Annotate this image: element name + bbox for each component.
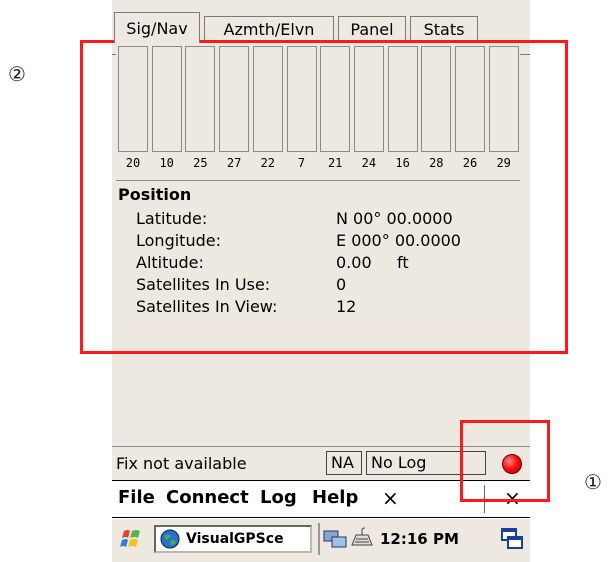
task-button-label: VisualGPSce — [186, 531, 284, 547]
longitude-row: Longitude: E 000° 00.0000 — [136, 231, 516, 253]
log-status-box: No Log — [366, 451, 486, 475]
na-indicator: NA — [326, 451, 362, 475]
signal-bar-frame — [320, 46, 351, 152]
satellite-bar: 24 — [353, 46, 384, 182]
satellite-bar: 20 — [118, 46, 148, 182]
close-icon[interactable]: × — [504, 486, 521, 510]
satellites-in-use-label: Satellites In Use: — [136, 275, 271, 294]
longitude-value: E 000° 00.0000 — [336, 231, 461, 250]
satellite-bar: 25 — [185, 46, 216, 182]
satellite-bar: 27 — [219, 46, 250, 182]
system-tray: 12:16 PM — [320, 523, 486, 555]
tab-sig-nav[interactable]: Sig/Nav — [114, 12, 200, 43]
fix-status-text: Fix not available — [116, 454, 247, 473]
network-icon[interactable] — [322, 527, 348, 551]
altitude-value: 0.00 ft — [336, 253, 409, 272]
satellite-bar: 10 — [151, 46, 182, 182]
annotation-marker-1: ① — [584, 470, 602, 494]
satellite-prn-label: 20 — [125, 156, 141, 170]
signal-bar-frame — [488, 46, 519, 152]
signal-bar-frame — [286, 46, 317, 152]
satellite-prn-label: 29 — [496, 156, 511, 170]
satellite-bar: 22 — [252, 46, 283, 182]
annotation-marker-2: ② — [8, 62, 26, 86]
satellite-prn-label: 28 — [429, 156, 444, 170]
start-button[interactable] — [116, 525, 148, 553]
altitude-label: Altitude: — [136, 253, 204, 272]
latitude-label: Latitude: — [136, 209, 208, 228]
clock[interactable]: 12:16 PM — [380, 530, 459, 548]
signal-bar-frame — [252, 46, 283, 152]
menu-log[interactable]: Log — [260, 487, 297, 508]
satellite-prn-label: 21 — [327, 156, 343, 170]
taskbar: VisualGPSce 12:16 PM — [112, 518, 530, 559]
signal-bar-frame — [185, 46, 216, 152]
menu-separator — [484, 485, 485, 513]
satellites-in-use-value: 0 — [336, 275, 347, 294]
tab-strip: Sig/Nav Azmth/Elvn Panel Stats — [112, 12, 530, 55]
menu-x-button[interactable]: × — [382, 486, 399, 510]
satellite-bar: 29 — [488, 46, 519, 182]
menu-file[interactable]: File — [118, 487, 155, 508]
satellite-bar: 28 — [421, 46, 452, 182]
gps-status-led[interactable] — [498, 451, 526, 477]
signal-bar-frame — [421, 46, 452, 152]
satellite-bar: 21 — [320, 46, 351, 182]
status-bar: Fix not available NA No Log — [112, 446, 530, 481]
menu-help[interactable]: Help — [312, 487, 358, 508]
satellite-prn-label: 22 — [260, 156, 276, 170]
satellites-in-view-label: Satellites In View: — [136, 297, 278, 316]
position-title: Position — [118, 185, 192, 204]
satellite-prn-label: 26 — [462, 156, 478, 170]
satellites-in-view-row: Satellites In View: 12 — [136, 297, 516, 319]
menu-connect[interactable]: Connect — [166, 487, 249, 508]
satellite-prn-label: 25 — [193, 156, 208, 170]
satellites-in-view-value: 12 — [336, 297, 357, 316]
satellites-in-use-row: Satellites In Use: 0 — [136, 275, 516, 297]
position-panel: Position Latitude: N 00° 00.0000 Longitu… — [116, 180, 520, 409]
device-screen: Sig/Nav Azmth/Elvn Panel Stats 20 10 25 27 2… — [112, 0, 530, 562]
signal-bar-frame — [219, 46, 250, 152]
satellite-prn-label: 7 — [297, 156, 306, 170]
visualgps-task-button[interactable]: VisualGPSce — [154, 525, 312, 553]
latitude-row: Latitude: N 00° 00.0000 — [136, 209, 516, 231]
satellite-prn-label: 27 — [226, 156, 242, 170]
tab-panel[interactable]: Panel — [338, 16, 406, 42]
signal-bar-frame — [118, 46, 148, 152]
satellite-prn-label: 16 — [395, 156, 410, 170]
satellite-bar: 26 — [455, 46, 485, 182]
windows-flag-icon — [120, 530, 140, 547]
tab-azmth-elvn[interactable]: Azmth/Elvn — [204, 16, 334, 42]
red-led-icon — [502, 454, 522, 474]
satellite-bar: 7 — [286, 46, 317, 182]
satellite-bar: 16 — [387, 46, 418, 182]
tab-stats[interactable]: Stats — [410, 16, 478, 42]
satellite-prn-label: 10 — [159, 156, 174, 170]
signal-bars-panel: 20 10 25 27 22 7 21 24 16 28 26 29 — [116, 46, 520, 182]
latitude-value: N 00° 00.0000 — [336, 209, 453, 228]
keyboard-icon[interactable] — [348, 527, 374, 551]
desktop-icon[interactable] — [500, 527, 524, 551]
signal-bar-frame — [455, 46, 485, 152]
signal-bar-frame — [353, 46, 384, 152]
altitude-row: Altitude: 0.00 ft — [136, 253, 516, 275]
globe-icon — [160, 529, 180, 549]
signal-bar-frame — [387, 46, 418, 152]
longitude-label: Longitude: — [136, 231, 221, 250]
satellite-prn-label: 24 — [361, 156, 377, 170]
signal-bar-frame — [151, 46, 182, 152]
menu-bar: File Connect Log Help × × — [112, 480, 530, 518]
